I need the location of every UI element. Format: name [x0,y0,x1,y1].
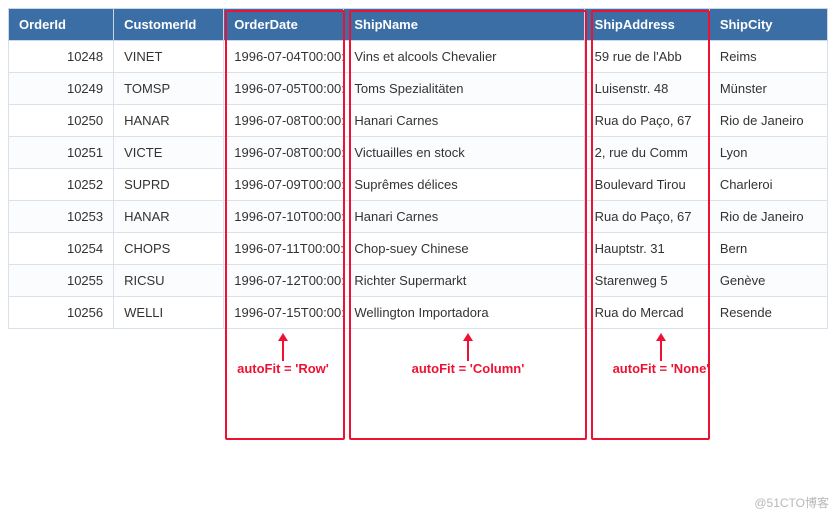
cell-shipname[interactable]: Vins et alcools Chevalier [344,41,584,73]
cell-orderdate[interactable]: 1996-07-10T00:00:00 [224,201,344,233]
cell-shipcity[interactable]: Resende [709,297,827,329]
cell-orderdate[interactable]: 1996-07-08T00:00:00 [224,137,344,169]
cell-customerid[interactable]: VINET [114,41,224,73]
cell-customerid[interactable]: CHOPS [114,233,224,265]
cell-customerid[interactable]: RICSU [114,265,224,297]
col-header-shipaddress[interactable]: ShipAddress [584,9,709,41]
cell-shipcity[interactable]: Reims [709,41,827,73]
cell-orderid[interactable]: 10255 [9,265,114,297]
cell-orderid[interactable]: 10253 [9,201,114,233]
table-row[interactable]: 10253HANAR1996-07-10T00:00:00Hanari Carn… [9,201,828,233]
cell-shipcity[interactable]: Rio de Janeiro [709,105,827,137]
cell-orderid[interactable]: 10256 [9,297,114,329]
cell-customerid[interactable]: HANAR [114,105,224,137]
cell-shipcity[interactable]: Bern [709,233,827,265]
cell-orderdate[interactable]: 1996-07-12T00:00:00 [224,265,344,297]
cell-shipcity[interactable]: Rio de Janeiro [709,201,827,233]
table-row[interactable]: 10256WELLI1996-07-15T00:00:00Wellington … [9,297,828,329]
annotation-label: autoFit = 'Row' [237,361,329,376]
cell-orderid[interactable]: 10254 [9,233,114,265]
cell-shipaddress[interactable]: Rua do Paço, 67 [584,201,709,233]
cell-orderdate[interactable]: 1996-07-04T00:00:00 [224,41,344,73]
cell-orderdate[interactable]: 1996-07-05T00:00:00 [224,73,344,105]
cell-shipcity[interactable]: Lyon [709,137,827,169]
annotation-autofit-none: autoFit = 'None' [596,333,726,376]
cell-orderdate[interactable]: 1996-07-09T00:00:00 [224,169,344,201]
cell-orderid[interactable]: 10249 [9,73,114,105]
table-row[interactable]: 10249TOMSP1996-07-05T00:00:00Toms Spezia… [9,73,828,105]
table-row[interactable]: 10248VINET1996-07-04T00:00:00Vins et alc… [9,41,828,73]
cell-orderdate[interactable]: 1996-07-15T00:00:00 [224,297,344,329]
cell-shipname[interactable]: Hanari Carnes [344,105,584,137]
col-header-shipname[interactable]: ShipName [344,9,584,41]
cell-orderid[interactable]: 10251 [9,137,114,169]
cell-orderid[interactable]: 10248 [9,41,114,73]
cell-orderid[interactable]: 10250 [9,105,114,137]
cell-shipaddress[interactable]: Rua do Paço, 67 [584,105,709,137]
col-header-orderid[interactable]: OrderId [9,9,114,41]
cell-shipaddress[interactable]: Boulevard Tirou [584,169,709,201]
header-row: OrderId CustomerId OrderDate ShipName Sh… [9,9,828,41]
cell-shipcity[interactable]: Münster [709,73,827,105]
cell-customerid[interactable]: VICTE [114,137,224,169]
cell-shipname[interactable]: Hanari Carnes [344,201,584,233]
cell-customerid[interactable]: SUPRD [114,169,224,201]
cell-shipaddress[interactable]: Luisenstr. 48 [584,73,709,105]
cell-shipaddress[interactable]: 2, rue du Comm [584,137,709,169]
cell-customerid[interactable]: HANAR [114,201,224,233]
col-header-orderdate[interactable]: OrderDate [224,9,344,41]
annotation-label: autoFit = 'None' [613,361,710,376]
col-header-shipcity[interactable]: ShipCity [709,9,827,41]
cell-shipname[interactable]: Chop-suey Chinese [344,233,584,265]
cell-customerid[interactable]: TOMSP [114,73,224,105]
cell-shipcity[interactable]: Genève [709,265,827,297]
table-row[interactable]: 10254CHOPS1996-07-11T00:00:00Chop-suey C… [9,233,828,265]
cell-orderdate[interactable]: 1996-07-08T00:00:00 [224,105,344,137]
cell-shipaddress[interactable]: 59 rue de l'Abb [584,41,709,73]
cell-shipcity[interactable]: Charleroi [709,169,827,201]
cell-customerid[interactable]: WELLI [114,297,224,329]
cell-shipaddress[interactable]: Hauptstr. 31 [584,233,709,265]
annotation-label: autoFit = 'Column' [412,361,525,376]
cell-shipname[interactable]: Richter Supermarkt [344,265,584,297]
orders-grid[interactable]: OrderId CustomerId OrderDate ShipName Sh… [8,8,828,329]
annotation-autofit-column: autoFit = 'Column' [388,333,548,376]
cell-orderid[interactable]: 10252 [9,169,114,201]
cell-shipname[interactable]: Toms Spezialitäten [344,73,584,105]
cell-shipname[interactable]: Suprêmes délices [344,169,584,201]
cell-shipaddress[interactable]: Rua do Mercad [584,297,709,329]
watermark: @51CTO博客 [754,494,829,511]
annotation-autofit-row: autoFit = 'Row' [223,333,343,376]
cell-shipname[interactable]: Victuailles en stock [344,137,584,169]
table-row[interactable]: 10251VICTE1996-07-08T00:00:00Victuailles… [9,137,828,169]
table-row[interactable]: 10255RICSU1996-07-12T00:00:00Richter Sup… [9,265,828,297]
cell-shipname[interactable]: Wellington Importadora [344,297,584,329]
cell-orderdate[interactable]: 1996-07-11T00:00:00 [224,233,344,265]
cell-shipaddress[interactable]: Starenweg 5 [584,265,709,297]
col-header-customerid[interactable]: CustomerId [114,9,224,41]
table-row[interactable]: 10250HANAR1996-07-08T00:00:00Hanari Carn… [9,105,828,137]
table-row[interactable]: 10252SUPRD1996-07-09T00:00:00Suprêmes dé… [9,169,828,201]
